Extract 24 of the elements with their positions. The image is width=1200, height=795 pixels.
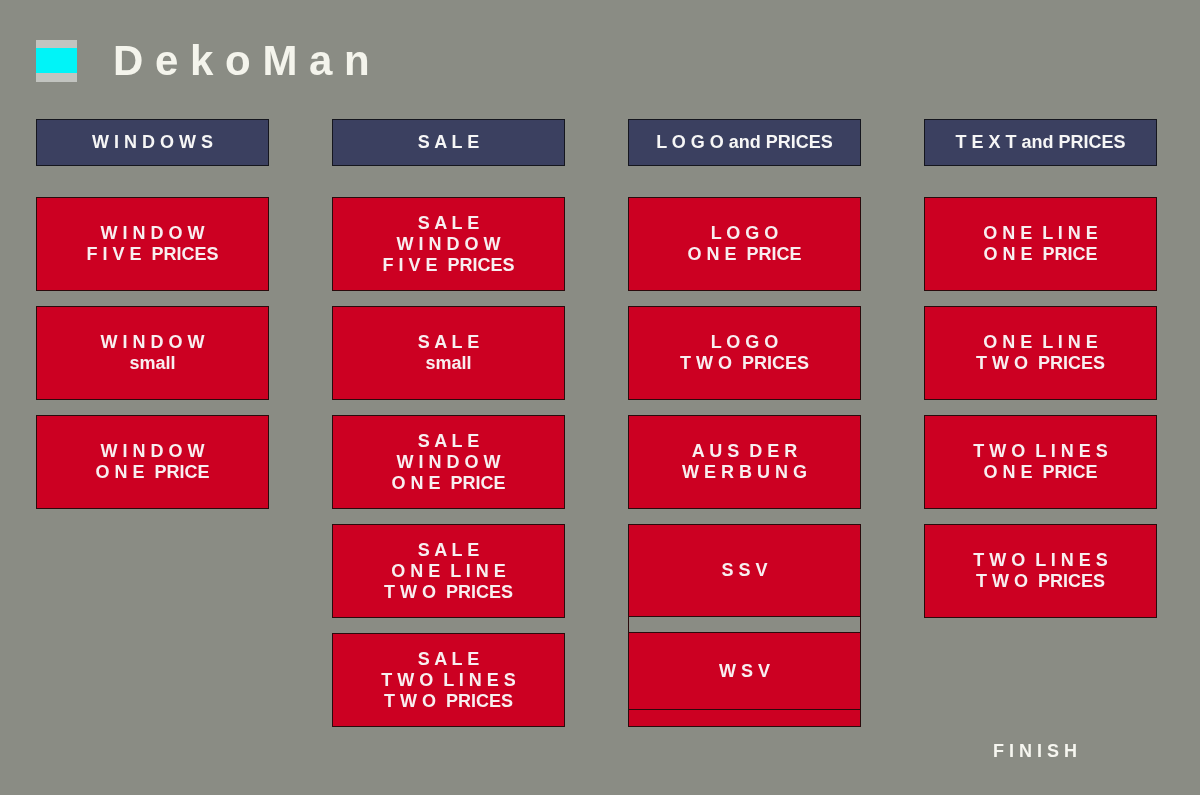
menu-button[interactable]: W I N D O W small xyxy=(36,306,269,400)
section-header: S A L E xyxy=(332,119,565,166)
menu-button[interactable]: S A L E W I N D O W F I V E PRICES xyxy=(332,197,565,291)
menu-button[interactable]: S A L E T W O L I N E S T W O PRICES xyxy=(332,633,565,727)
section-header: W I N D O W S xyxy=(36,119,269,166)
menu-button[interactable]: O N E L I N E T W O PRICES xyxy=(924,306,1157,400)
menu-button[interactable]: W I N D O W O N E PRICE xyxy=(36,415,269,509)
section-header: T E X T and PRICES xyxy=(924,119,1157,166)
menu-button[interactable]: T W O L I N E S O N E PRICE xyxy=(924,415,1157,509)
menu-button[interactable]: O N E L I N E O N E PRICE xyxy=(924,197,1157,291)
menu-button[interactable]: W S V xyxy=(629,632,860,710)
menu-button[interactable]: T W O L I N E S T W O PRICES xyxy=(924,524,1157,618)
menu-button[interactable]: A U S D E R W E R B U N G xyxy=(628,415,861,509)
menu-button[interactable]: L O G O T W O PRICES xyxy=(628,306,861,400)
menu-button[interactable]: S S V xyxy=(629,525,860,617)
logo-icon xyxy=(36,40,77,82)
section-header: L O G O and PRICES xyxy=(628,119,861,166)
finish-button[interactable]: F I N I S H xyxy=(993,741,1077,762)
menu-button[interactable]: S A L E small xyxy=(332,306,565,400)
app-title: D e k o M a n xyxy=(113,40,370,82)
menu-button[interactable]: W I N D O W F I V E PRICES xyxy=(36,197,269,291)
menu-button[interactable]: L O G O O N E PRICE xyxy=(628,197,861,291)
menu-button[interactable]: S A L E O N E L I N E T W O PRICES xyxy=(332,524,565,618)
menu-button[interactable]: S A L E W I N D O W O N E PRICE xyxy=(332,415,565,509)
